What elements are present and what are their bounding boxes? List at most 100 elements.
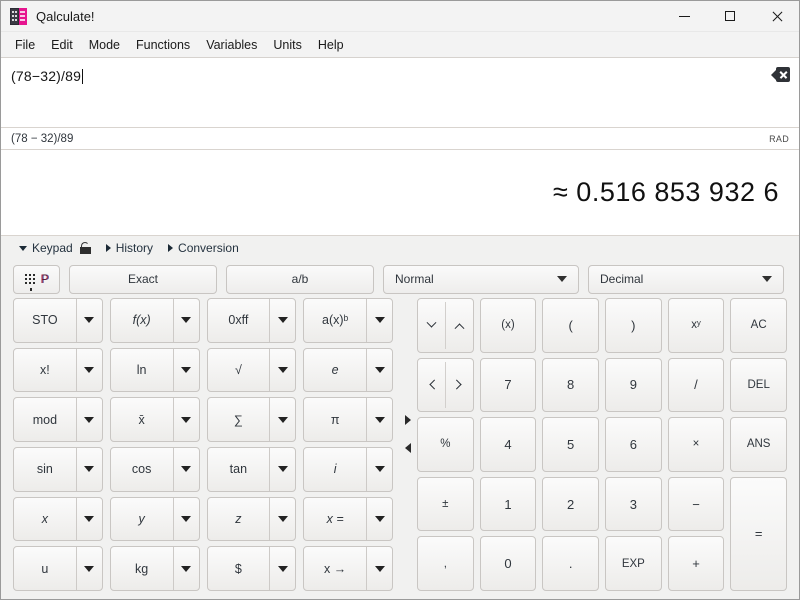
key-paren-open[interactable]: ( [542,298,599,353]
key-plus[interactable]: + [668,536,725,591]
key-var-z-dropdown[interactable] [269,498,295,541]
key-imaginary[interactable]: i [303,447,393,492]
key-mod-dropdown[interactable] [76,398,102,441]
key-percent[interactable]: % [417,417,474,472]
key-factorial-dropdown[interactable] [76,349,102,392]
key-6[interactable]: 6 [605,417,662,472]
key-assign-dropdown[interactable] [366,498,392,541]
key-1[interactable]: 1 [480,477,537,532]
key-unit-u-dropdown[interactable] [76,547,102,590]
key-convert[interactable]: x → [303,546,393,591]
key-2[interactable]: 2 [542,477,599,532]
key-sin[interactable]: sin [13,447,103,492]
key-sin-dropdown[interactable] [76,448,102,491]
key-3[interactable]: 3 [605,477,662,532]
key-ans[interactable]: ANS [730,417,787,472]
expression-input[interactable]: (78−32)/89 [1,58,799,128]
key-9[interactable]: 9 [605,358,662,413]
key-exp[interactable]: EXP [605,536,662,591]
menu-units[interactable]: Units [265,35,309,55]
key-unit-u[interactable]: u [13,546,103,591]
keypad-toggle-button[interactable]: P [13,265,60,294]
angle-unit-label[interactable]: RAD [769,134,789,144]
key-mean-dropdown[interactable] [173,398,199,441]
exact-button[interactable]: Exact [69,265,217,294]
key-unit-kg[interactable]: kg [110,546,200,591]
menu-functions[interactable]: Functions [128,35,198,55]
minimize-button[interactable] [661,1,707,32]
key-var-z[interactable]: z [207,497,297,542]
key-var-y-dropdown[interactable] [173,498,199,541]
key-pi-dropdown[interactable] [366,398,392,441]
lock-open-icon[interactable] [80,242,91,254]
key-cos-dropdown[interactable] [173,448,199,491]
key-imaginary-dropdown[interactable] [366,448,392,491]
backspace-clear-icon[interactable] [771,67,790,82]
fraction-button[interactable]: a/b [226,265,374,294]
key-sqrt-dropdown[interactable] [269,349,295,392]
key-divide[interactable]: / [668,358,725,413]
key-del[interactable]: DEL [730,358,787,413]
key-axb[interactable]: a(x)ᵇ [303,298,393,343]
key-var-x[interactable]: x [13,497,103,542]
key-paren-fn[interactable]: (x) [480,298,537,353]
key-sum-dropdown[interactable] [269,398,295,441]
key-mod[interactable]: mod [13,397,103,442]
key-equals[interactable]: = [730,477,787,591]
key-sqrt[interactable]: √ [207,348,297,393]
menu-variables[interactable]: Variables [198,35,265,55]
key-tan[interactable]: tan [207,447,297,492]
key-8[interactable]: 8 [542,358,599,413]
key-e-dropdown[interactable] [366,349,392,392]
panel-tab-keypad[interactable]: Keypad [14,239,96,257]
key-ln[interactable]: ln [110,348,200,393]
key-ac[interactable]: AC [730,298,787,353]
key-7[interactable]: 7 [480,358,537,413]
key-4[interactable]: 4 [480,417,537,472]
key-multiply[interactable]: × [668,417,725,472]
key-decimal-point[interactable]: . [542,536,599,591]
key-plusminus[interactable]: ± [417,477,474,532]
key-axb-dropdown[interactable] [366,299,392,342]
menu-help[interactable]: Help [310,35,352,55]
key-assign[interactable]: x = [303,497,393,542]
key-5[interactable]: 5 [542,417,599,472]
key-hex-dropdown[interactable] [269,299,295,342]
triangle-right-icon[interactable] [405,415,411,425]
key-paren-close[interactable]: ) [605,298,662,353]
key-fx[interactable]: f(x) [110,298,200,343]
key-cos[interactable]: cos [110,447,200,492]
key-hex[interactable]: 0xff [207,298,297,343]
key-convert-dropdown[interactable] [366,547,392,590]
key-0[interactable]: 0 [480,536,537,591]
menu-file[interactable]: File [7,35,43,55]
key-factorial[interactable]: x! [13,348,103,393]
key-comma[interactable]: , [417,536,474,591]
nav-up-button[interactable] [446,299,473,352]
key-fx-dropdown[interactable] [173,299,199,342]
key-minus[interactable]: − [668,477,725,532]
maximize-button[interactable] [707,1,753,32]
key-pi[interactable]: π [303,397,393,442]
key-ln-dropdown[interactable] [173,349,199,392]
key-var-x-dropdown[interactable] [76,498,102,541]
key-e[interactable]: e [303,348,393,393]
key-sto-dropdown[interactable] [76,299,102,342]
key-currency-dropdown[interactable] [269,547,295,590]
key-var-y[interactable]: y [110,497,200,542]
number-base-select[interactable]: Decimal [588,265,784,294]
key-sum[interactable]: ∑ [207,397,297,442]
key-power[interactable]: xʸ [668,298,725,353]
menu-mode[interactable]: Mode [81,35,128,55]
key-tan-dropdown[interactable] [269,448,295,491]
triangle-left-icon[interactable] [405,443,411,453]
nav-right-button[interactable] [446,359,473,412]
close-button[interactable] [753,1,799,32]
panel-tab-conversion[interactable]: Conversion [163,239,244,257]
number-mode-select[interactable]: Normal [383,265,579,294]
menu-edit[interactable]: Edit [43,35,81,55]
nav-down-button[interactable] [418,299,445,352]
nav-left-button[interactable] [418,359,445,412]
key-mean[interactable]: x̄ [110,397,200,442]
panel-tab-history[interactable]: History [101,239,158,257]
